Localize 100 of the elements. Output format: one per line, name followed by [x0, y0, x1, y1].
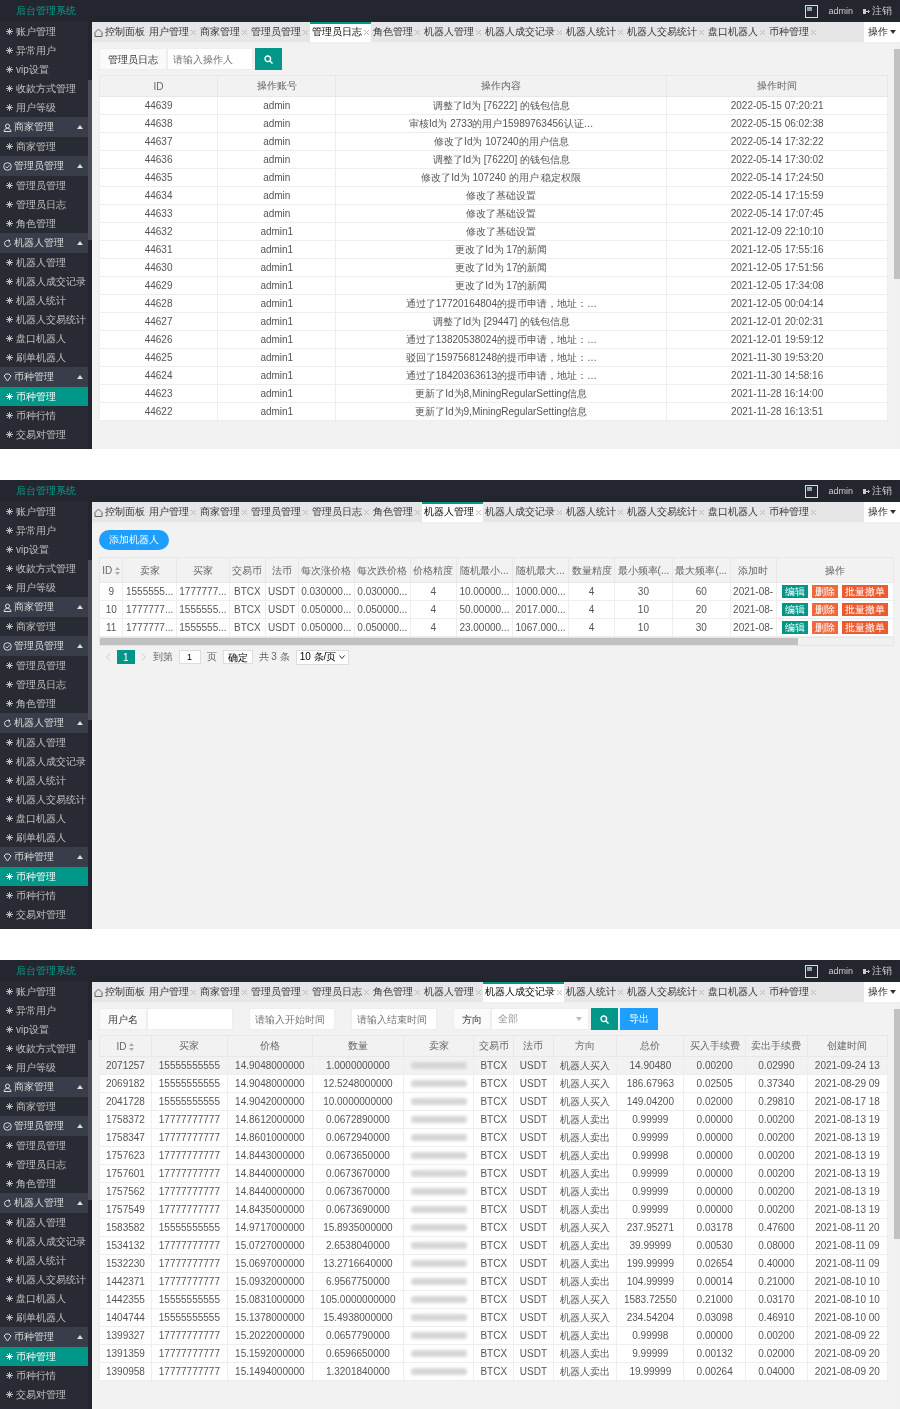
close-icon[interactable]: [242, 989, 247, 995]
tab[interactable]: 盘口机器人: [706, 982, 767, 1002]
tab[interactable]: 控制面板: [92, 982, 147, 1002]
scrollbar[interactable]: [88, 502, 92, 929]
close-icon[interactable]: [699, 509, 704, 515]
sidebar-group[interactable]: 商家管理: [0, 117, 88, 137]
scrollbar-thumb[interactable]: [100, 638, 798, 645]
tab[interactable]: 管理员管理: [249, 502, 310, 522]
tab[interactable]: 机器人统计: [564, 982, 625, 1002]
search-field[interactable]: 请输入操作人: [167, 48, 253, 70]
scrollbar-thumb[interactable]: [88, 80, 92, 240]
close-icon[interactable]: [618, 509, 623, 515]
close-icon[interactable]: [760, 989, 765, 995]
close-icon[interactable]: [364, 29, 369, 35]
sidebar-group[interactable]: 商家管理: [0, 1077, 88, 1097]
tab[interactable]: 管理员管理: [249, 982, 310, 1002]
logout-link[interactable]: 注销: [863, 4, 892, 18]
close-icon[interactable]: [364, 989, 369, 995]
close-icon[interactable]: [618, 29, 623, 35]
column-header[interactable]: ID: [99, 1035, 152, 1057]
logout-link[interactable]: 注销: [863, 484, 892, 498]
tab[interactable]: 币种管理: [767, 982, 818, 1002]
tab[interactable]: 管理员管理: [249, 22, 310, 42]
search-button[interactable]: [255, 48, 282, 70]
sidebar-item[interactable]: 币种管理: [0, 1347, 88, 1366]
tab[interactable]: 机器人成交记录: [483, 502, 564, 522]
tab-menu-button[interactable]: 操作: [864, 982, 900, 1002]
tab[interactable]: 机器人成交记录: [483, 982, 564, 1002]
sidebar-group[interactable]: 管理员管理: [0, 1116, 88, 1136]
start-time-field[interactable]: 请输入开始时间: [249, 1008, 335, 1030]
tab[interactable]: 盘口机器人: [706, 22, 767, 42]
close-icon[interactable]: [699, 989, 704, 995]
close-icon[interactable]: [191, 29, 196, 35]
scrollbar-thumb[interactable]: [88, 1040, 92, 1200]
page-input[interactable]: 1: [178, 650, 201, 664]
tab[interactable]: 控制面板: [92, 502, 147, 522]
tab[interactable]: 盘口机器人: [706, 502, 767, 522]
tab-menu-button[interactable]: 操作: [864, 22, 900, 42]
close-icon[interactable]: [557, 509, 562, 515]
tab-menu-button[interactable]: 操作: [864, 502, 900, 522]
scrollbar-thumb[interactable]: [88, 560, 92, 720]
tab[interactable]: 币种管理: [767, 502, 818, 522]
tab[interactable]: 角色管理: [371, 982, 422, 1002]
tab[interactable]: 商家管理: [198, 982, 249, 1002]
scrollbar-thumb[interactable]: [894, 49, 900, 279]
page-size-select[interactable]: 10 条/页: [295, 649, 350, 665]
tab[interactable]: 币种管理: [767, 22, 818, 42]
logout-link[interactable]: 注销: [863, 964, 892, 978]
tab[interactable]: 控制面板: [92, 22, 147, 42]
sidebar-group[interactable]: 机器人管理: [0, 1193, 88, 1213]
page-button[interactable]: 1: [117, 650, 135, 664]
confirm-button[interactable]: 确定: [222, 650, 253, 664]
tab[interactable]: 机器人交易统计: [625, 502, 706, 522]
tab[interactable]: 机器人交易统计: [625, 22, 706, 42]
end-time-field[interactable]: 请输入结束时间: [351, 1008, 437, 1030]
search-button[interactable]: [591, 1008, 618, 1030]
sidebar-group[interactable]: 机器人管理: [0, 233, 88, 253]
close-icon[interactable]: [557, 29, 562, 35]
close-icon[interactable]: [303, 989, 308, 995]
tab[interactable]: 用户管理: [147, 982, 198, 1002]
close-icon[interactable]: [811, 29, 816, 35]
close-icon[interactable]: [242, 29, 247, 35]
row-action-button[interactable]: 编辑: [781, 603, 808, 616]
close-icon[interactable]: [242, 509, 247, 515]
tab[interactable]: 角色管理: [371, 22, 422, 42]
close-icon[interactable]: [476, 989, 481, 995]
close-icon[interactable]: [811, 989, 816, 995]
sidebar-group[interactable]: 机器人管理: [0, 713, 88, 733]
sidebar-group[interactable]: 币种管理: [0, 1327, 88, 1347]
close-icon[interactable]: [415, 989, 420, 995]
tab[interactable]: 商家管理: [198, 502, 249, 522]
tab[interactable]: 用户管理: [147, 22, 198, 42]
close-icon[interactable]: [557, 989, 562, 995]
row-action-button[interactable]: 编辑: [781, 585, 808, 598]
close-icon[interactable]: [415, 29, 420, 35]
tab[interactable]: 机器人成交记录: [483, 22, 564, 42]
sidebar-group[interactable]: 币种管理: [0, 847, 88, 867]
tab[interactable]: 商家管理: [198, 22, 249, 42]
close-icon[interactable]: [303, 509, 308, 515]
tab[interactable]: 机器人管理: [422, 982, 483, 1002]
scrollbar[interactable]: [88, 22, 92, 449]
tab[interactable]: 机器人管理: [422, 22, 483, 42]
sidebar-item[interactable]: 币种管理: [0, 387, 88, 406]
sidebar-group[interactable]: 管理员管理: [0, 156, 88, 176]
scrollbar[interactable]: [88, 982, 92, 1409]
tab[interactable]: 机器人管理: [422, 502, 483, 522]
sidebar-item[interactable]: 币种管理: [0, 867, 88, 886]
close-icon[interactable]: [191, 509, 196, 515]
tab[interactable]: 管理员日志: [310, 982, 371, 1002]
tab[interactable]: 机器人交易统计: [625, 982, 706, 1002]
close-icon[interactable]: [811, 509, 816, 515]
close-icon[interactable]: [303, 29, 308, 35]
tab[interactable]: 机器人统计: [564, 502, 625, 522]
tab[interactable]: 管理员日志: [310, 22, 371, 42]
tab[interactable]: 角色管理: [371, 502, 422, 522]
close-icon[interactable]: [618, 989, 623, 995]
scrollbar-thumb[interactable]: [894, 1009, 900, 1239]
scrollbar[interactable]: [99, 637, 894, 646]
close-icon[interactable]: [699, 29, 704, 35]
row-action-button[interactable]: 编辑: [781, 621, 808, 634]
